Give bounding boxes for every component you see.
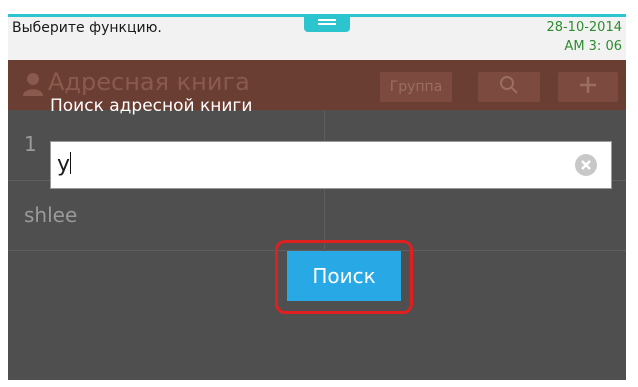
device-screen: Выберите функцию. 28-10-2014 AM 3: 06 Ад… bbox=[8, 14, 626, 380]
search-button[interactable]: Поиск bbox=[287, 251, 401, 301]
search-dialog-label: Поиск адресной книги bbox=[50, 96, 253, 116]
text-caret bbox=[70, 152, 72, 174]
search-input-value: у bbox=[57, 152, 72, 178]
search-input-text: у bbox=[57, 152, 71, 177]
clear-icon[interactable] bbox=[575, 154, 597, 176]
handle-line bbox=[318, 23, 336, 25]
page-title: Адресная книга bbox=[48, 68, 250, 96]
group-button[interactable]: Группа bbox=[380, 72, 452, 102]
pull-down-handle[interactable] bbox=[304, 14, 350, 32]
list-item-label: 1 bbox=[24, 132, 37, 156]
user-icon bbox=[22, 72, 44, 100]
plus-icon bbox=[578, 75, 598, 99]
status-date: 28-10-2014 bbox=[546, 20, 622, 35]
list-item-label: shlee bbox=[24, 203, 78, 227]
search-input[interactable]: у bbox=[50, 141, 612, 189]
list-item[interactable]: shlee bbox=[8, 181, 324, 251]
status-time: AM 3: 06 bbox=[564, 39, 622, 54]
handle-line bbox=[318, 19, 336, 21]
status-message: Выберите функцию. bbox=[12, 20, 162, 36]
add-button[interactable] bbox=[558, 72, 618, 102]
search-button-header[interactable] bbox=[478, 72, 540, 102]
search-icon bbox=[499, 75, 519, 99]
